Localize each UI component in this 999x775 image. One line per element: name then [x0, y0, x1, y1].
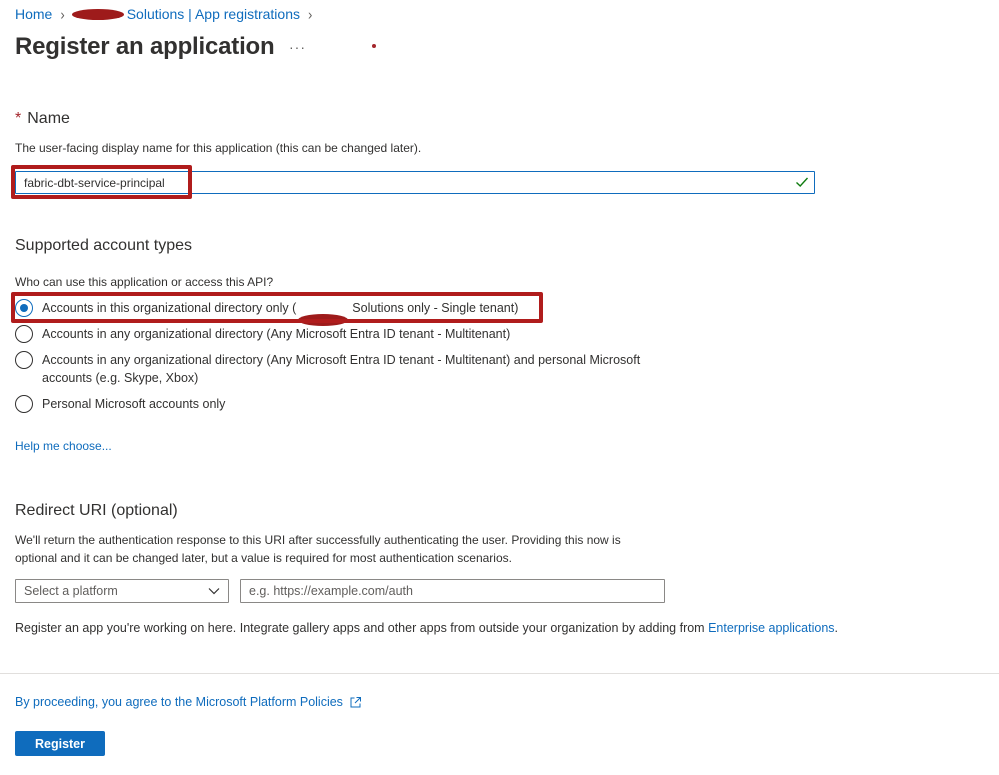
breadcrumb-chevron-icon: › — [308, 5, 313, 23]
name-heading-label: Name — [27, 110, 70, 127]
account-types-heading: Supported account types — [15, 237, 193, 254]
radio-multitenant-label: Accounts in any organizational directory… — [42, 327, 511, 341]
radio-multitenant-personal[interactable]: Accounts in any organizational directory… — [15, 351, 640, 387]
platform-select-value: Select a platform — [24, 584, 118, 598]
annotation-dot — [372, 44, 376, 48]
platform-select[interactable]: Select a platform — [15, 579, 229, 603]
ellipsis-icon[interactable]: ··· — [289, 39, 306, 55]
breadcrumb-parent-label: Solutions | App registrations — [126, 6, 300, 22]
page-title: Register an application — [15, 33, 275, 60]
radio-single-tenant[interactable]: Accounts in this organizational director… — [15, 299, 518, 326]
breadcrumb-home-link[interactable]: Home — [15, 6, 52, 22]
radio-multitenant-personal-label: Accounts in any organizational directory… — [42, 353, 641, 385]
register-button[interactable]: Register — [15, 731, 105, 756]
external-link-icon — [350, 696, 361, 707]
redirect-uri-input[interactable] — [241, 580, 664, 602]
radio-button[interactable] — [15, 325, 33, 343]
name-heading: * Name — [15, 110, 70, 128]
required-marker: * — [15, 110, 22, 127]
redirect-uri-field[interactable] — [240, 579, 665, 603]
redaction-mark — [71, 9, 124, 20]
name-input[interactable] — [16, 172, 776, 193]
gallery-note: Register an app you're working on here. … — [15, 621, 839, 635]
enterprise-applications-link[interactable]: Enterprise applications — [708, 621, 834, 635]
radio-multitenant[interactable]: Accounts in any organizational directory… — [15, 325, 510, 343]
radio-personal-only-label: Personal Microsoft accounts only — [42, 397, 226, 411]
chevron-down-icon — [208, 588, 220, 595]
radio-button[interactable] — [15, 395, 33, 413]
platform-policies-link[interactable]: By proceeding, you agree to the Microsof… — [15, 695, 362, 709]
breadcrumb-chevron-icon: › — [60, 5, 65, 23]
radio-single-tenant-label: Accounts in this organizational director… — [42, 299, 518, 326]
platform-policies-label: By proceeding, you agree to the Microsof… — [15, 695, 343, 709]
radio-button[interactable] — [15, 351, 33, 369]
divider — [0, 673, 999, 674]
name-description: The user-facing display name for this ap… — [15, 141, 422, 155]
breadcrumb-app-registrations-link[interactable]: Solutions | App registrations — [71, 6, 300, 22]
name-field[interactable] — [15, 171, 815, 194]
radio-button[interactable] — [15, 299, 33, 317]
help-me-choose-link[interactable]: Help me choose... — [15, 437, 112, 455]
radio-personal-only[interactable]: Personal Microsoft accounts only — [15, 395, 225, 413]
redirect-description: We'll return the authentication response… — [15, 533, 621, 565]
account-types-question: Who can use this application or access t… — [15, 275, 274, 289]
redirect-heading: Redirect URI (optional) — [15, 502, 178, 519]
breadcrumb: Home › Solutions | App registrations › — [15, 5, 320, 23]
checkmark-icon — [796, 177, 809, 187]
